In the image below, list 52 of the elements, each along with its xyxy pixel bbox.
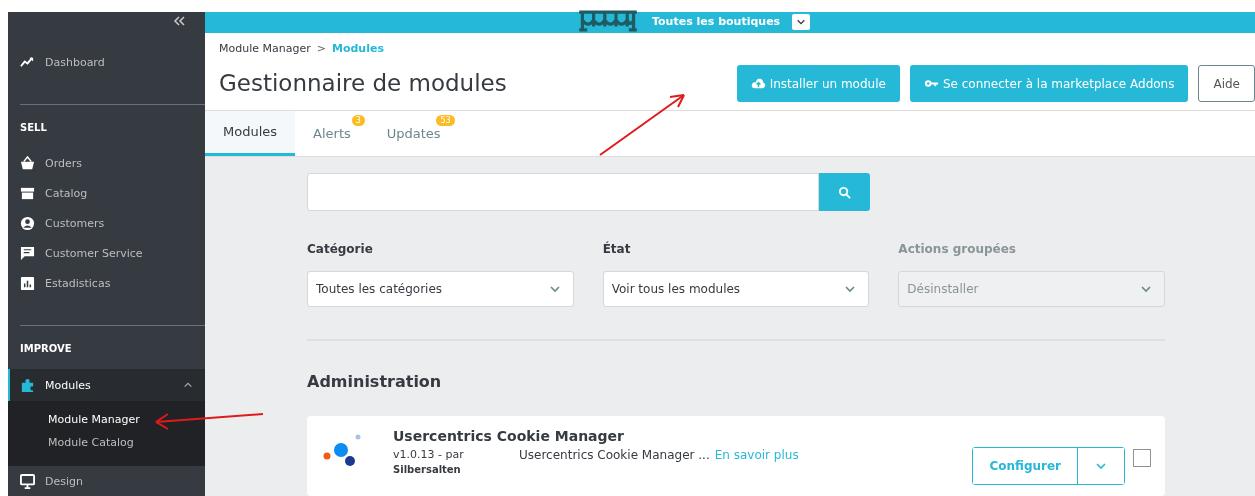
module-version: v1.0.13 - par: [393, 448, 465, 461]
breadcrumb-separator: >: [316, 42, 326, 55]
sidebar-item[interactable]: Dashboard: [8, 47, 205, 77]
chevron-icon: [1095, 460, 1107, 472]
chat-icon: [20, 245, 35, 261]
module-description: Usercentrics Cookie Manager ...: [519, 448, 710, 464]
section-title: Administration: [307, 372, 443, 391]
sidebar-item[interactable]: Customer Service: [8, 238, 205, 268]
dropdown-button[interactable]: [792, 13, 811, 30]
submenu-item[interactable]: Module Manager: [48, 409, 205, 430]
module-author: Silbersalten: [393, 464, 462, 475]
count-badge: 3: [351, 114, 365, 126]
chart-icon: [20, 54, 35, 70]
sidebar-item[interactable]: Modules: [8, 369, 205, 401]
search-button[interactable]: [819, 173, 870, 211]
filter-label: État: [602, 242, 632, 256]
chevron-icon: [844, 283, 857, 295]
section-heading: IMPROVE: [19, 342, 73, 356]
sidebar-item[interactable]: Customers: [8, 208, 205, 238]
checkbox[interactable]: [1133, 449, 1151, 467]
filter-label: Actions groupées: [898, 242, 1017, 256]
page-title: Gestionnaire de modules: [219, 70, 507, 96]
select-dropdown[interactable]: Toutes les catégories: [307, 271, 574, 307]
store-icon: [20, 185, 35, 201]
section-heading: SELL: [19, 121, 48, 135]
chevron-icon: [1140, 283, 1152, 295]
user-icon: [20, 215, 35, 231]
puzzle-icon: [20, 377, 35, 393]
sidebar-item[interactable]: Estadisticas: [8, 268, 205, 298]
count-badge: 53: [436, 114, 455, 126]
stats-icon: [20, 275, 35, 291]
sidebar-item[interactable]: Catalog: [8, 178, 205, 208]
basket-icon: [20, 155, 35, 171]
sidebar-item[interactable]: Design: [8, 466, 205, 496]
search-icon: [838, 185, 851, 199]
header-button[interactable]: Aide: [1198, 65, 1255, 102]
tab[interactable]: Updates 53: [368, 110, 459, 156]
module-name: Usercentrics Cookie Manager: [393, 428, 625, 444]
submenu-item[interactable]: Module Catalog: [48, 432, 205, 453]
select-dropdown[interactable]: Voir tous les modules: [602, 271, 870, 307]
tab[interactable]: Alerts 3: [295, 110, 369, 156]
search-field[interactable]: [307, 173, 819, 211]
sidebar-item[interactable]: Orders: [8, 148, 205, 178]
filter-label: Catégorie: [307, 242, 374, 256]
monitor-icon: [20, 473, 35, 489]
tab[interactable]: Modules: [205, 110, 296, 156]
select-dropdown: Désinstaller: [898, 271, 1165, 307]
cloud-upload-icon: [750, 76, 766, 91]
chevron-icon: [548, 283, 561, 295]
module-logo-icon: [323, 434, 363, 468]
collapse-icon: [173, 16, 185, 26]
breadcrumb-link[interactable]: Module Manager: [219, 42, 311, 55]
